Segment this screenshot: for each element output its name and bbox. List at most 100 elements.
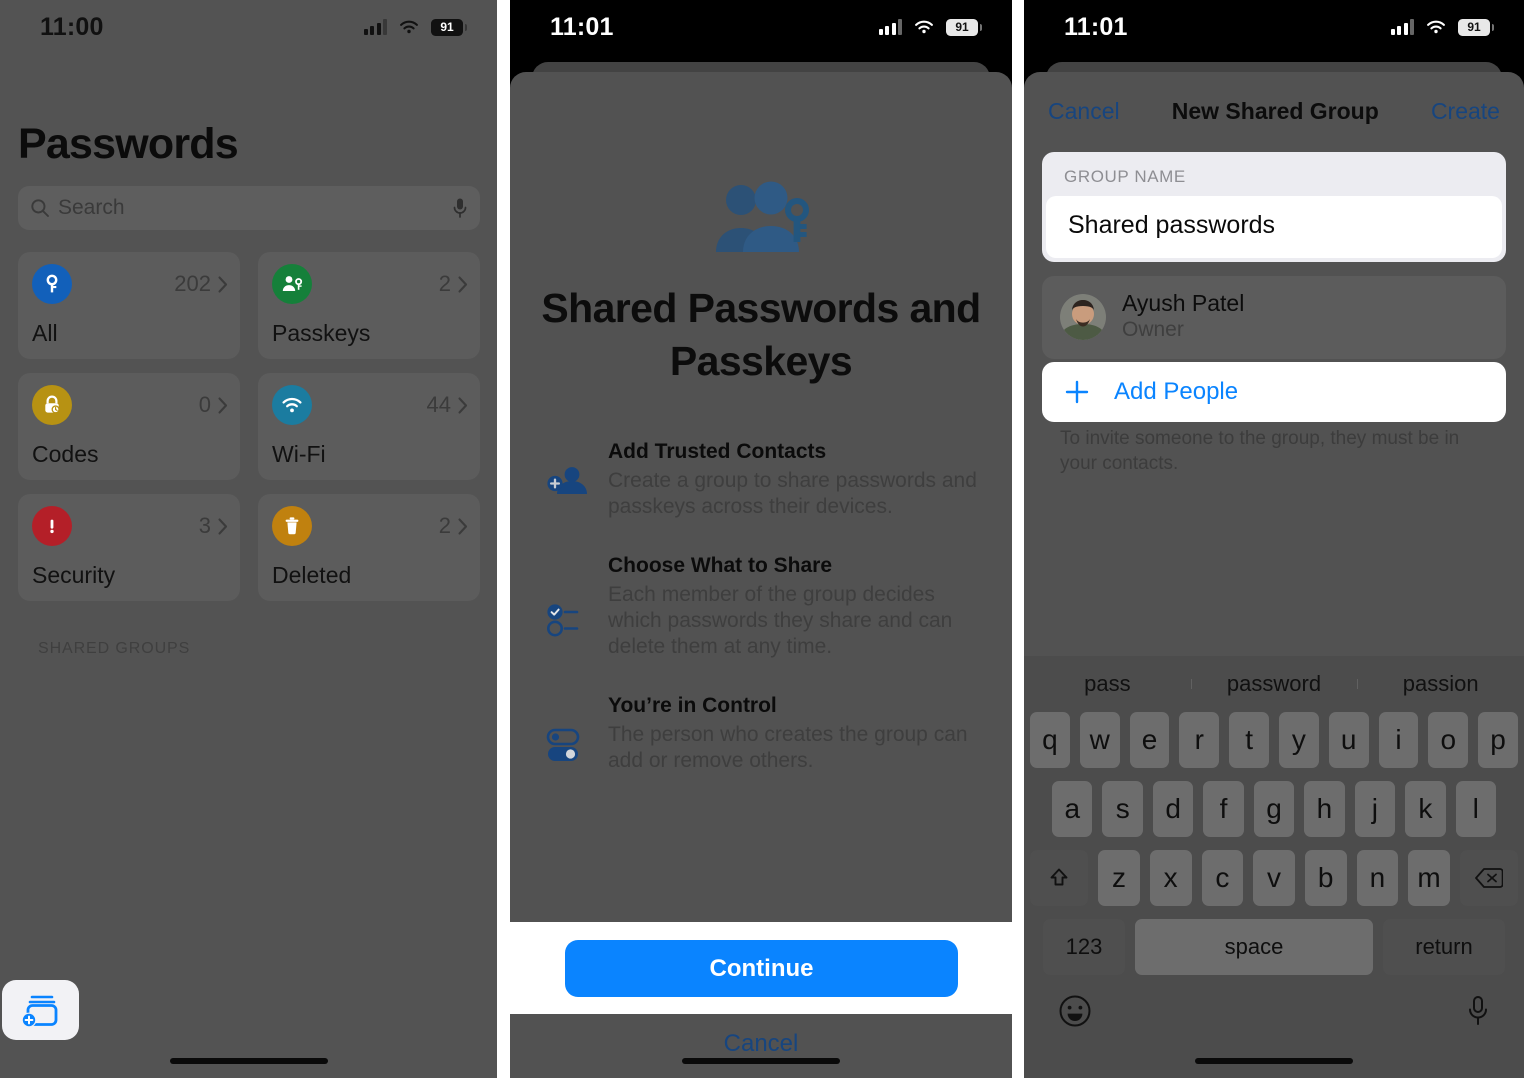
add-people-button[interactable]: Add People xyxy=(1042,362,1506,422)
battery-icon: 91 xyxy=(1458,18,1494,36)
chevron-right-icon xyxy=(458,275,468,293)
numbers-key[interactable]: 123 xyxy=(1043,919,1125,975)
page-title: Passwords xyxy=(18,120,239,168)
predictive-bar: pass password passion xyxy=(1024,656,1524,712)
microphone-icon[interactable] xyxy=(1466,994,1490,1028)
status-time: 11:01 xyxy=(1064,12,1128,41)
key-i[interactable]: i xyxy=(1378,712,1419,768)
key-e[interactable]: e xyxy=(1129,712,1170,768)
key-u[interactable]: u xyxy=(1328,712,1369,768)
chevron-right-icon xyxy=(218,517,228,535)
status-time: 11:00 xyxy=(40,12,104,41)
shift-key[interactable] xyxy=(1029,850,1089,906)
lock-clock-icon xyxy=(32,385,72,425)
category-wifi[interactable]: 44 Wi-Fi xyxy=(258,373,480,480)
new-shared-group-button[interactable] xyxy=(2,980,79,1040)
key-h[interactable]: h xyxy=(1304,781,1345,837)
wifi-icon xyxy=(272,385,312,425)
key-s[interactable]: s xyxy=(1102,781,1143,837)
home-indicator xyxy=(169,1058,328,1064)
wifi-icon xyxy=(915,20,933,34)
key-b[interactable]: b xyxy=(1304,850,1347,906)
key-o[interactable]: o xyxy=(1428,712,1469,768)
space-key[interactable]: space xyxy=(1135,919,1373,975)
status-indicators: 91 xyxy=(1390,18,1494,36)
key-icon xyxy=(32,264,72,304)
keyboard-row-1: q w e r t y u i o p xyxy=(1024,712,1524,768)
category-deleted[interactable]: 2 Deleted xyxy=(258,494,480,601)
avatar xyxy=(1060,293,1106,340)
feature-heading: Add Trusted Contacts xyxy=(608,440,827,463)
continue-button[interactable]: Continue xyxy=(565,940,958,997)
key-p[interactable]: p xyxy=(1478,712,1518,768)
wifi-icon xyxy=(1427,20,1445,34)
panel-gap xyxy=(1012,0,1024,1078)
key-d[interactable]: d xyxy=(1152,781,1194,837)
key-y[interactable]: y xyxy=(1279,712,1319,768)
return-key[interactable]: return xyxy=(1383,919,1505,975)
person-plus-icon xyxy=(546,440,608,520)
chevron-right-icon xyxy=(218,396,228,414)
key-x[interactable]: x xyxy=(1149,850,1192,906)
key-l[interactable]: l xyxy=(1455,781,1496,837)
key-v[interactable]: v xyxy=(1253,850,1295,906)
feature-heading: Choose What to Share xyxy=(608,554,833,577)
battery-icon: 91 xyxy=(431,18,467,36)
key-r[interactable]: r xyxy=(1179,712,1220,768)
prediction-2[interactable]: password xyxy=(1190,671,1358,697)
category-label: All xyxy=(32,320,58,346)
member-row[interactable]: Ayush Patel Owner xyxy=(1042,276,1506,359)
person-key-icon xyxy=(272,264,312,304)
category-label: Codes xyxy=(32,441,99,467)
microphone-icon[interactable] xyxy=(452,197,468,219)
backspace-key[interactable] xyxy=(1459,850,1519,906)
key-z[interactable]: z xyxy=(1098,850,1140,906)
category-label: Wi-Fi xyxy=(272,441,326,467)
key-t[interactable]: t xyxy=(1229,712,1269,768)
key-q[interactable]: q xyxy=(1030,712,1070,768)
invite-hint-text: To invite someone to the group, they mus… xyxy=(1060,428,1460,474)
category-all[interactable]: 202 All xyxy=(18,252,240,359)
prediction-1[interactable]: pass xyxy=(1024,671,1191,697)
key-n[interactable]: n xyxy=(1356,850,1399,906)
panel-gap xyxy=(497,0,510,1078)
sheet-title: Shared Passwords and Passkeys xyxy=(541,285,981,384)
key-a[interactable]: a xyxy=(1052,781,1093,837)
search-input[interactable]: Search xyxy=(18,186,480,230)
key-c[interactable]: c xyxy=(1201,850,1244,906)
search-icon xyxy=(31,199,49,217)
feature-body: Each member of the group decides which p… xyxy=(608,583,953,658)
key-m[interactable]: m xyxy=(1408,850,1450,906)
trash-icon xyxy=(272,506,312,546)
shared-groups-header: SHARED GROUPS xyxy=(38,640,191,657)
key-j[interactable]: j xyxy=(1354,781,1396,837)
prediction-3[interactable]: passion xyxy=(1357,671,1524,697)
category-label: Passkeys xyxy=(272,320,371,346)
keyboard-bottom-row xyxy=(1024,988,1524,1028)
key-k[interactable]: k xyxy=(1405,781,1446,837)
passwords-screen: 11:00 91 Passwords Search 202 All 2 Pass… xyxy=(0,0,497,1078)
battery-level: 91 xyxy=(955,20,969,34)
key-f[interactable]: f xyxy=(1203,781,1244,837)
status-time: 11:01 xyxy=(550,12,614,41)
wifi-icon xyxy=(400,20,418,34)
new-shared-group-icon xyxy=(21,995,57,1028)
sheet-title: New Shared Group xyxy=(1171,97,1379,124)
two-people-key-icon xyxy=(510,180,1012,258)
cellular-bars-icon xyxy=(363,19,387,35)
battery-level: 91 xyxy=(1467,20,1481,34)
cancel-link[interactable]: Cancel xyxy=(510,1030,1012,1058)
category-passkeys[interactable]: 2 Passkeys xyxy=(258,252,480,359)
shift-icon xyxy=(1050,868,1068,886)
screenshot-stage: 11:00 91 Passwords Search 202 All 2 Pass… xyxy=(0,0,1524,1078)
category-security[interactable]: 3 Security xyxy=(18,494,240,601)
keyboard-row-4: 123 space return xyxy=(1024,919,1524,975)
emoji-icon[interactable] xyxy=(1058,994,1092,1028)
category-codes[interactable]: 0 Codes xyxy=(18,373,240,480)
create-button[interactable]: Create xyxy=(1431,98,1500,125)
category-count: 2 xyxy=(439,271,468,297)
group-name-input[interactable]: Shared passwords xyxy=(1046,196,1502,258)
key-g[interactable]: g xyxy=(1253,781,1295,837)
cancel-button[interactable]: Cancel xyxy=(1048,98,1120,125)
key-w[interactable]: w xyxy=(1079,712,1120,768)
